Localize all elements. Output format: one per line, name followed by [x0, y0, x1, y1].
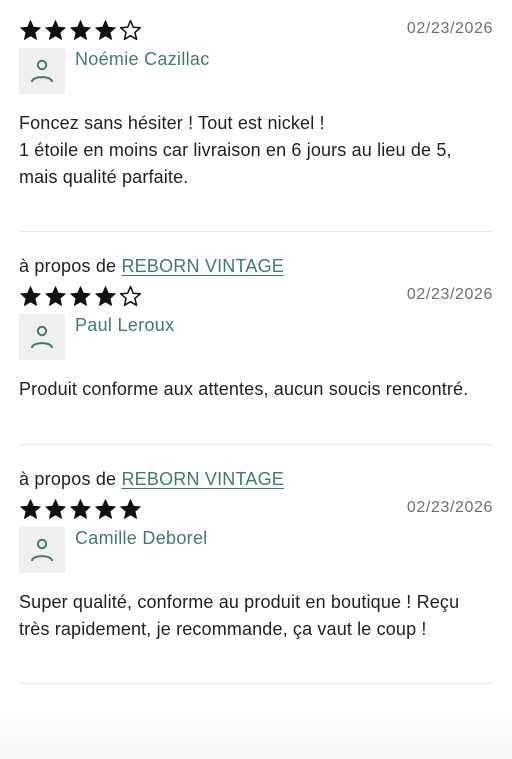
avatar: [19, 314, 65, 360]
about-line: à propos de REBORN VINTAGE: [19, 254, 493, 278]
star-filled-icon: [95, 285, 116, 306]
user-icon: [31, 59, 53, 83]
review-header: 02/23/2026: [19, 18, 493, 48]
reviews-list: 02/23/2026 Noémie Cazillac Foncez sans h…: [19, 0, 493, 684]
review-text: Produit conforme aux attentes, aucun sou…: [19, 379, 469, 399]
star-filled-icon: [20, 498, 41, 519]
star-outline-icon: [119, 19, 142, 40]
about-line: à propos de REBORN VINTAGE: [19, 467, 493, 491]
star-filled-icon: [120, 498, 141, 519]
about-prefix: à propos de: [19, 469, 117, 489]
author-name: Noémie Cazillac: [75, 49, 210, 69]
review-date: 02/23/2026: [406, 499, 493, 516]
user-icon: [31, 325, 53, 349]
star-filled-icon: [45, 19, 66, 40]
star-filled-icon: [45, 498, 66, 519]
bottom-fade: [0, 709, 512, 759]
author-row: Noémie Cazillac: [19, 48, 493, 94]
star-filled-icon: [70, 498, 91, 519]
author-name: Paul Leroux: [75, 315, 175, 335]
review-header: 02/23/2026: [19, 497, 493, 527]
divider: [19, 683, 493, 684]
review-date: 02/23/2026: [406, 20, 493, 37]
avatar: [19, 48, 65, 94]
review-card: à propos de REBORN VINTAGE 02/23/2026 Pa…: [19, 232, 493, 445]
star-filled-icon: [45, 285, 66, 306]
author-name: Camille Deborel: [75, 528, 208, 548]
star-filled-icon: [20, 285, 41, 306]
review-text: Super qualité, conforme au produit en bo…: [19, 592, 460, 639]
avatar: [19, 527, 65, 573]
review-text: Foncez sans hésiter ! Tout est nickel ! …: [19, 113, 452, 187]
star-filled-icon: [20, 19, 41, 40]
shop-link[interactable]: REBORN VINTAGE: [121, 256, 284, 276]
review-date: 02/23/2026: [406, 286, 493, 303]
star-filled-icon: [70, 19, 91, 40]
star-filled-icon: [70, 285, 91, 306]
star-filled-icon: [95, 498, 116, 519]
star-outline-icon: [119, 285, 142, 306]
user-icon: [31, 538, 53, 562]
review-card: à propos de REBORN VINTAGE 02/23/2026 Ca…: [19, 445, 493, 684]
author-row: Paul Leroux: [19, 314, 493, 360]
review-header: 02/23/2026: [19, 284, 493, 314]
shop-link[interactable]: REBORN VINTAGE: [121, 469, 284, 489]
author-row: Camille Deborel: [19, 527, 493, 573]
star-filled-icon: [95, 19, 116, 40]
about-prefix: à propos de: [19, 256, 117, 276]
review-card: 02/23/2026 Noémie Cazillac Foncez sans h…: [19, 0, 493, 232]
